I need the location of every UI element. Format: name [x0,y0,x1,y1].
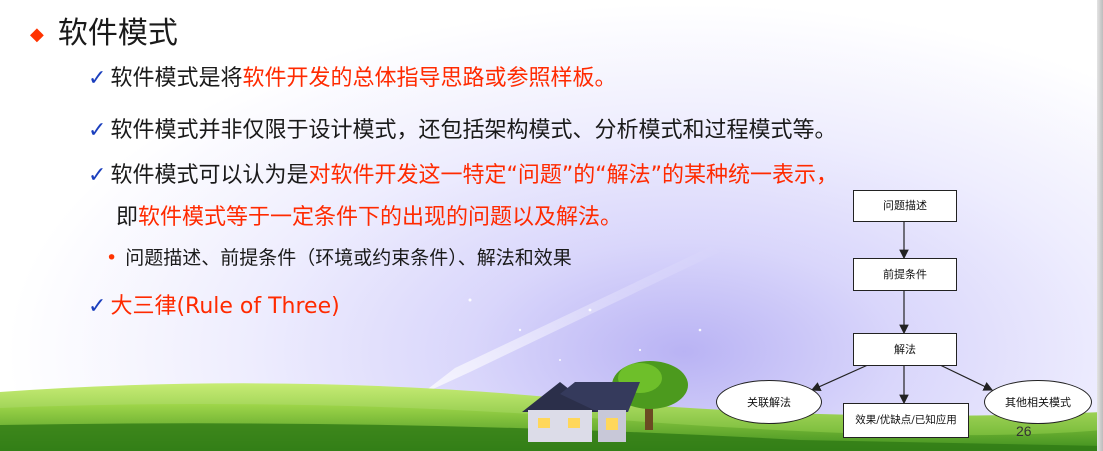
page-number: 26 [1016,423,1032,439]
flow-node-related-solution: 关联解法 [716,380,822,424]
slide: ◆ 软件模式 ✓ 软件模式是将软件开发的总体指导思路或参照样板。 ✓ 软件模式并非仅限… [0,0,1103,451]
flow-node-effect: 效果/优缺点/已知应用 [843,403,969,438]
flow-node-solution: 解法 [853,333,957,366]
flowchart-connectors [810,220,994,405]
arrow-solution-to-other [937,363,994,391]
flow-node-other-patterns: 其他相关模式 [984,380,1092,424]
arrow-solution-to-related [810,363,871,391]
flow-node-precondition: 前提条件 [853,258,957,291]
flow-node-problem: 问题描述 [853,190,957,222]
